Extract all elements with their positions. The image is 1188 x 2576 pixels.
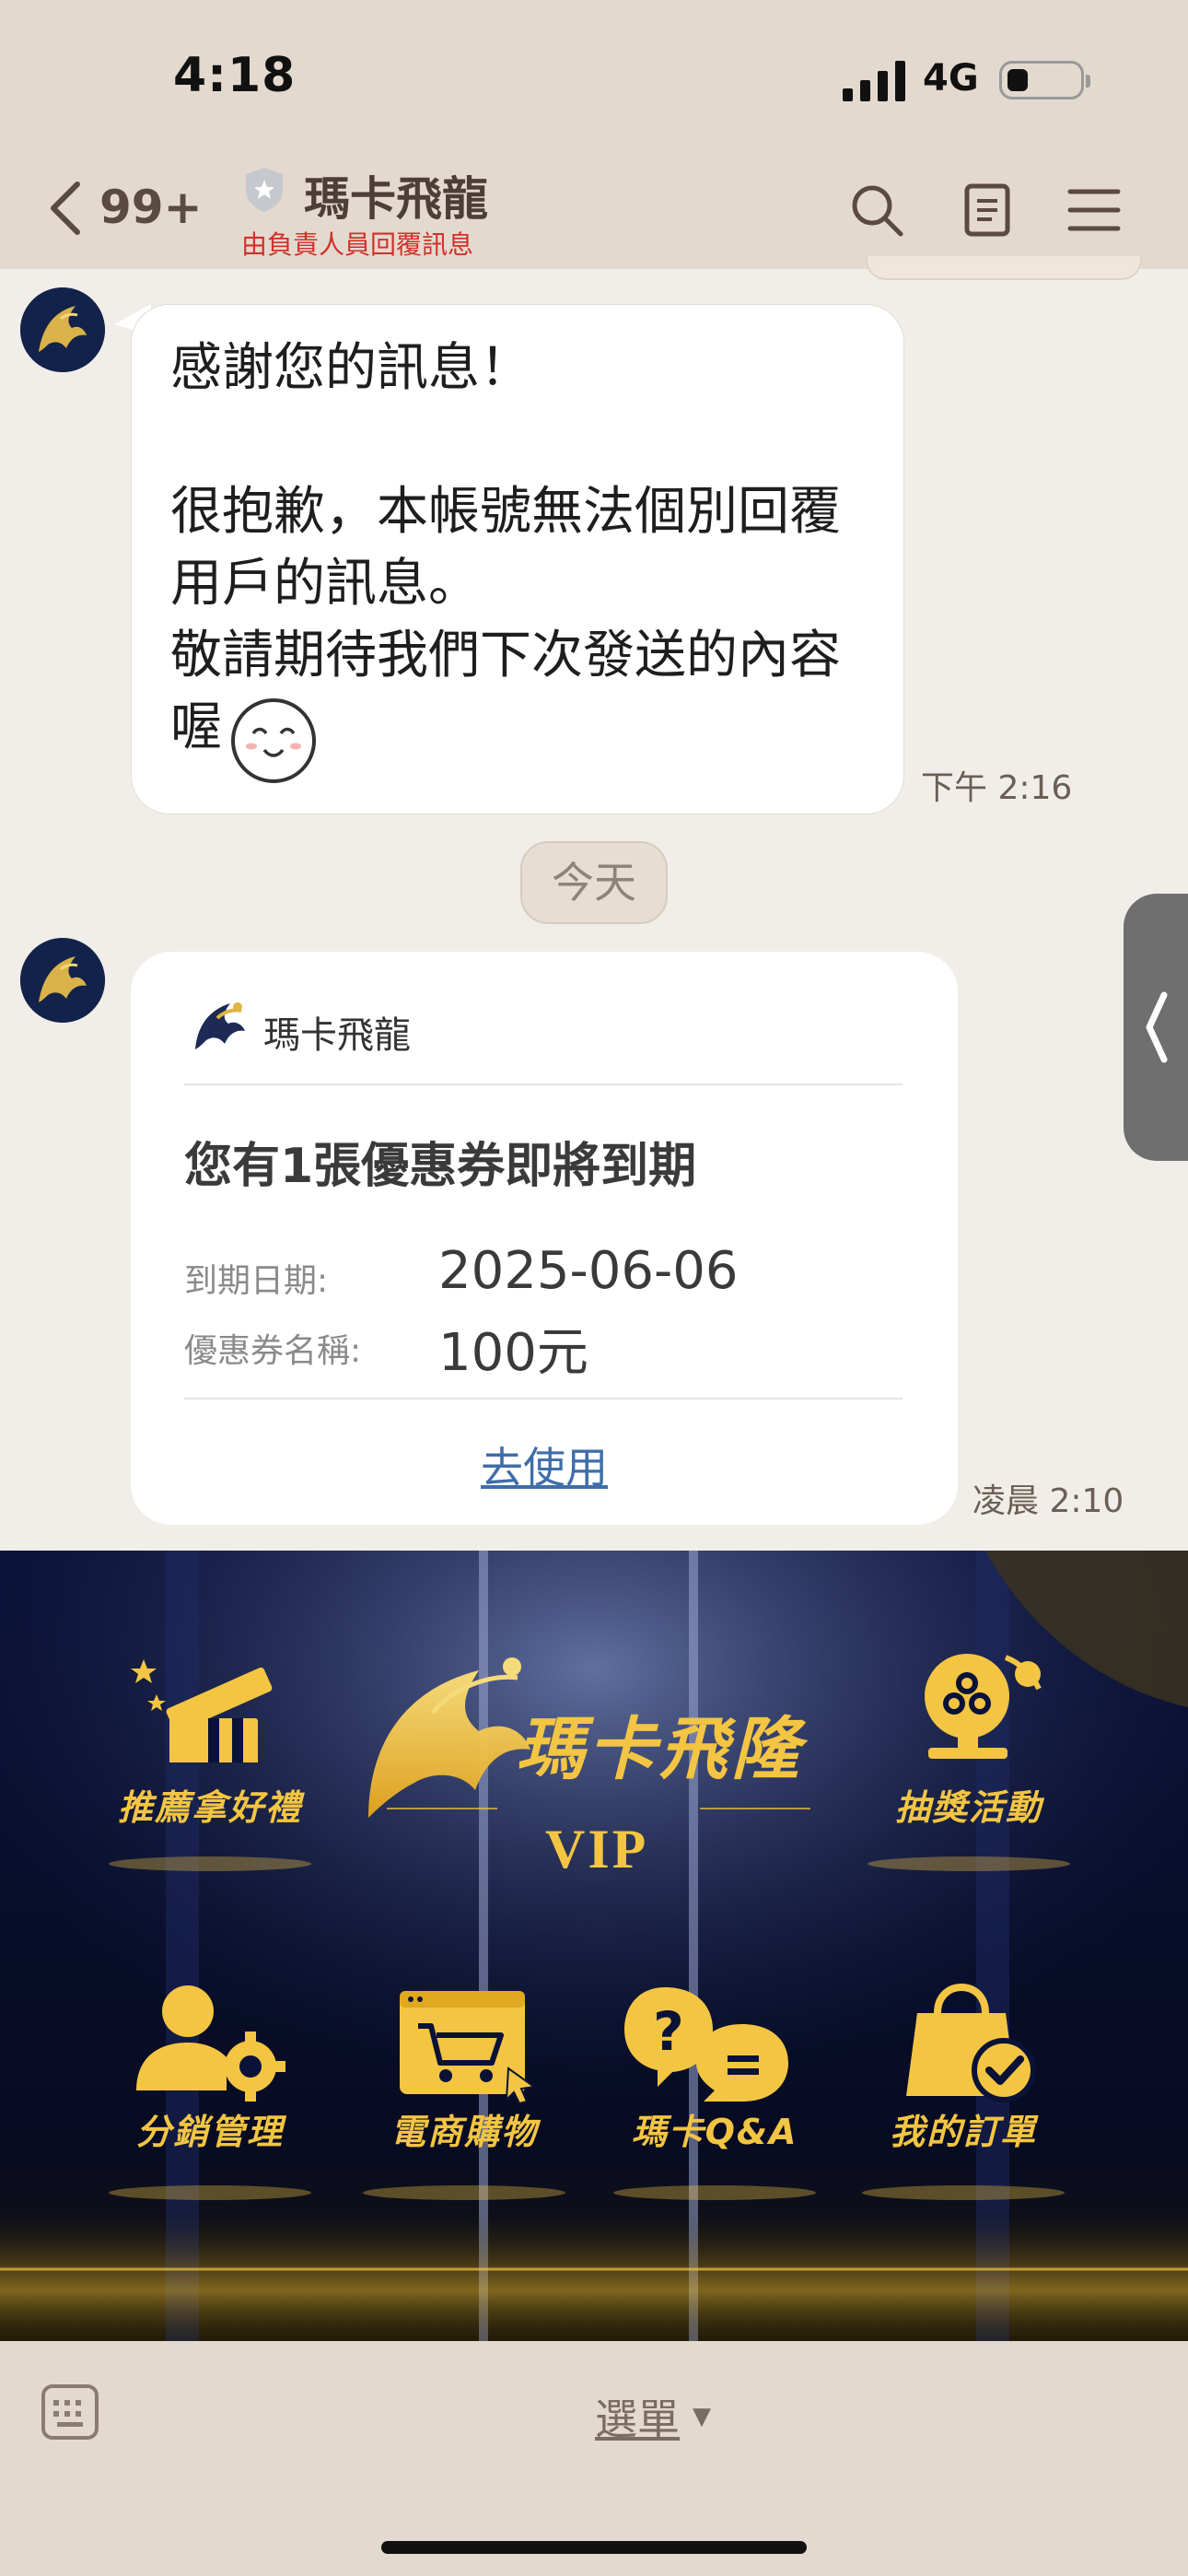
dragon-logo-icon: [20, 287, 105, 372]
svg-text:?: ?: [653, 2000, 684, 2063]
menu-item-label: 我的訂單: [889, 2112, 1037, 2152]
message-time: 下午 2:16: [921, 769, 1073, 807]
card-headline: 您有1張優惠券即將到期: [184, 1139, 697, 1194]
lottery-icon: [925, 1654, 1042, 1759]
menu-item-lottery[interactable]: 抽獎活動: [858, 1643, 1079, 1828]
dragon-logo-icon: [20, 938, 105, 1023]
shopping-bag-check-icon: [906, 1983, 1036, 2102]
question-chat-icon: ?: [624, 1987, 788, 2102]
battery-icon: [999, 61, 1090, 100]
side-drawer-handle[interactable]: [1124, 894, 1188, 1161]
menu-item-label: 瑪卡Q&A: [631, 2112, 798, 2152]
coupon-name-label: 優惠券名稱:: [184, 1332, 362, 1370]
avatar[interactable]: [20, 938, 105, 1023]
divider: [184, 1083, 903, 1085]
previous-message-edge: [866, 256, 1142, 280]
coupon-name-value: 100元: [438, 1323, 588, 1383]
menu-item-label: 抽獎活動: [894, 1787, 1042, 1828]
chat-subtitle: 由負責人員回覆訊息: [241, 229, 474, 260]
signal-icon: [843, 61, 905, 101]
menu-item-label: 推薦拿好禮: [117, 1787, 302, 1828]
menu-item-referral[interactable]: 推薦拿好禮: [99, 1643, 320, 1828]
menu-item-orders[interactable]: 我的訂單: [853, 1983, 1074, 2168]
divider: [184, 1398, 903, 1399]
network-type: 4G: [923, 57, 979, 100]
search-icon[interactable]: [847, 181, 906, 240]
card-time: 凌晨 2:10: [973, 1482, 1124, 1520]
expiry-value: 2025-06-06: [438, 1241, 739, 1301]
menu-item-label: 分銷管理: [135, 2112, 284, 2152]
menu-toggle-label[interactable]: 選單: [595, 2386, 680, 2447]
smile-emoji-icon: [229, 697, 318, 785]
gift-icon: [131, 1659, 273, 1774]
chat-title[interactable]: 瑪卡飛龍: [304, 162, 488, 228]
menu-icon[interactable]: [1065, 181, 1124, 240]
notes-icon[interactable]: [958, 181, 1017, 240]
expiry-label: 到期日期:: [184, 1262, 329, 1300]
brand-logo-text: 瑪卡飛隆: [516, 1710, 803, 1789]
menu-item-distribution[interactable]: 分銷管理: [99, 1984, 320, 2168]
user-gear-icon: [136, 1985, 285, 2102]
status-time: 4:18: [173, 48, 297, 103]
date-divider: 今天: [520, 841, 668, 924]
shield-icon: [246, 168, 283, 212]
menu-item-qa[interactable]: ? 瑪卡Q&A: [604, 1984, 825, 2168]
card-brand-name: 瑪卡飛龍: [263, 1014, 411, 1057]
coupon-card[interactable]: 瑪卡飛龍 您有1張優惠券即將到期 到期日期: 2025-06-06 優惠券名稱:…: [131, 952, 958, 1525]
shopping-cart-icon: [400, 1991, 537, 2105]
brand-logo-icon: [195, 1002, 245, 1049]
use-coupon-link[interactable]: 去使用: [131, 1434, 958, 1495]
vip-text: VIP: [545, 1819, 649, 1879]
avatar[interactable]: [20, 287, 105, 372]
rich-menu: 瑪卡飛隆 VIP 推薦拿好禮 抽獎活動 分銷管理 電商購物 ? 瑪卡Q&A 我的…: [0, 1551, 1188, 2341]
back-icon[interactable]: [46, 181, 83, 236]
chevron-left-icon: [1146, 991, 1168, 1063]
menu-item-label: 電商購物: [390, 2112, 538, 2152]
home-indicator[interactable]: [381, 2541, 807, 2554]
menu-item-shopping[interactable]: 電商購物: [354, 1984, 575, 2168]
message-text: 感謝您的訊息！ 很抱歉，本帳號無法個別回覆用戶的訊息。 敬請期待我們下次發送的內…: [170, 338, 841, 757]
unread-count[interactable]: 99+: [99, 181, 202, 234]
keyboard-icon[interactable]: [41, 2383, 99, 2441]
caret-down-icon[interactable]: ▼: [693, 2403, 711, 2430]
message-bubble[interactable]: 感謝您的訊息！ 很抱歉，本帳號無法個別回覆用戶的訊息。 敬請期待我們下次發送的內…: [131, 304, 904, 814]
